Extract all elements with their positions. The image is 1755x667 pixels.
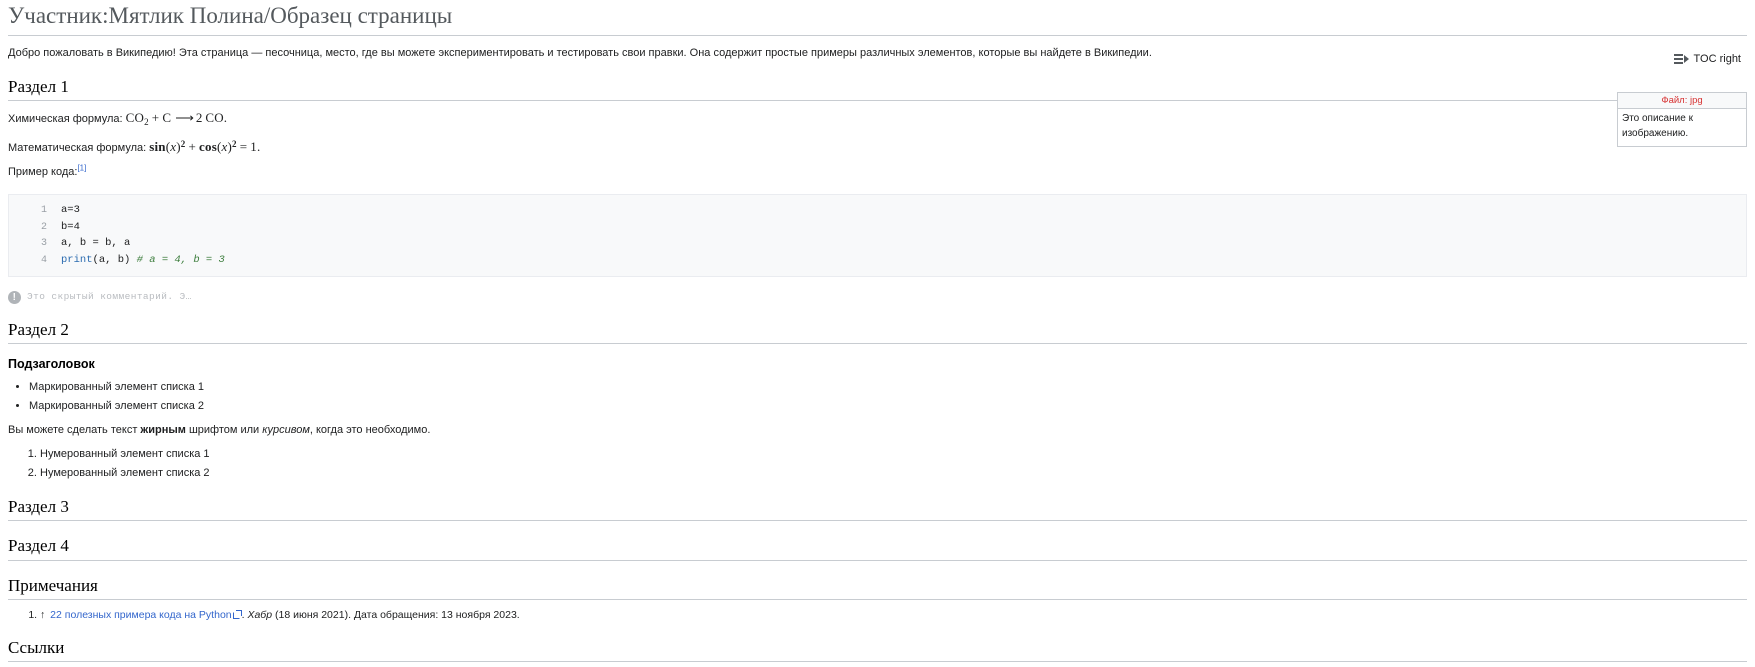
code-line-number: 4 <box>40 254 47 266</box>
chemical-formula-line: Химическая формула: CO2 + C ⟶ 2 CO. <box>8 108 1747 130</box>
reference-item: ↑ 22 полезных примера кода на Python. Ха… <box>40 607 1747 623</box>
toc-right[interactable]: TOC right <box>1673 51 1741 68</box>
reference-marker-1[interactable]: [1] <box>77 163 86 172</box>
reference-list: ↑ 22 полезных примера кода на Python. Ха… <box>8 607 1747 623</box>
code-line-number: 2 <box>40 221 47 233</box>
heading-section-1: Раздел 1 <box>8 76 1747 101</box>
intro-paragraph: Добро пожаловать в Википедию! Эта страни… <box>8 46 1152 59</box>
chemical-formula: CO2 + C ⟶ 2 CO. <box>125 109 228 127</box>
exclamation-icon: ! <box>8 290 21 304</box>
numbered-list: Нумерованный элемент списка 1 Нумерованн… <box>8 446 1747 482</box>
list-item: Нумерованный элемент списка 1 <box>40 446 1747 463</box>
heading-links: Ссылки <box>8 637 1747 662</box>
heading-section-2: Раздел 2 <box>8 319 1747 344</box>
reference-link-1[interactable]: [1] <box>77 163 86 172</box>
hidden-comment-marker[interactable]: ! Это скрытый комментарий. Э… <box>8 290 1747 305</box>
math-formula-line: Математическая формула: sin(x)2 + cos(x)2 =… <box>8 137 1747 157</box>
code-token-comment: # a = 4, b = 3 <box>136 253 225 266</box>
list-item: Маркированный элемент списка 2 <box>29 398 1747 415</box>
code-line: 2 b=4 <box>9 219 1746 236</box>
math-formula: sin(x)2 + cos(x)2 = 1. <box>149 138 261 154</box>
reference-accessed: Дата обращения: 13 ноября 2023. <box>353 608 520 621</box>
code-line: 4 print(a, b) # a = 4, b = 3 <box>9 252 1746 269</box>
reference-source: Хабр <box>247 608 273 621</box>
code-example-label-line: Пример кода:[1] <box>8 164 1747 181</box>
formatting-text-post: , когда это необходимо. <box>309 424 431 437</box>
code-line: 3 a, b = b, a <box>9 235 1746 252</box>
code-token-args: (a, b) <box>92 253 137 266</box>
chemical-formula-label: Химическая формула: <box>8 112 123 125</box>
formatting-italic-sample: курсивом <box>262 424 310 437</box>
toc-right-label: TOC right <box>1693 53 1741 65</box>
heading-section-3: Раздел 3 <box>8 496 1747 522</box>
code-line-number: 1 <box>40 205 47 217</box>
formatting-text-mid: шрифтом или <box>185 424 263 437</box>
math-formula-label: Математическая формула: <box>8 141 147 154</box>
reference-date: (18 июня 2021). <box>274 608 351 621</box>
heading-notes: Примечания <box>8 575 1747 600</box>
hidden-comment-text: Это скрытый комментарий. Э… <box>27 291 192 303</box>
reference-backlink-icon[interactable]: ↑ <box>40 609 47 621</box>
heading-section-4: Раздел 4 <box>8 535 1747 561</box>
article-page: Участник:Мятлик Полина/Образец страницы … <box>0 0 1755 667</box>
formatting-bold-sample: жирным <box>140 424 186 437</box>
image-thumbnail[interactable]: Файл: jpg Это описание к изображению. <box>1617 92 1747 147</box>
reference-external-link[interactable]: 22 полезных примера кода на Python <box>50 609 231 621</box>
code-block: 1 a=3 2 b=4 3 a, b = b, a 4 print(a, b) … <box>8 194 1747 278</box>
heading-subsection: Подзаголовок <box>8 356 95 371</box>
thumbnail-filename: Файл: jpg <box>1618 93 1746 109</box>
toc-icon <box>1673 54 1689 65</box>
code-line-text: a, b = b, a <box>61 237 131 250</box>
code-line-number: 3 <box>40 238 47 250</box>
external-link-icon <box>232 609 242 619</box>
code-token-function: print <box>61 253 93 266</box>
code-line-text: b=4 <box>61 220 80 233</box>
code-line-text: print(a, b) # a = 4, b = 3 <box>61 252 225 268</box>
formatting-paragraph: Вы можете сделать текст жирным шрифтом и… <box>8 422 1747 439</box>
bulleted-list: Маркированный элемент списка 1 Маркирова… <box>8 379 1747 415</box>
formatting-text-pre: Вы можете сделать текст <box>8 424 141 437</box>
thumbnail-caption: Это описание к изображению. <box>1622 113 1693 139</box>
code-line: 1 a=3 <box>9 202 1746 219</box>
code-example-label: Пример кода: <box>8 165 78 178</box>
list-item: Нумерованный элемент списка 2 <box>40 465 1747 482</box>
list-item: Маркированный элемент списка 1 <box>29 379 1747 396</box>
code-line-text: a=3 <box>61 204 80 217</box>
page-title: Участник:Мятлик Полина/Образец страницы <box>8 0 1747 36</box>
